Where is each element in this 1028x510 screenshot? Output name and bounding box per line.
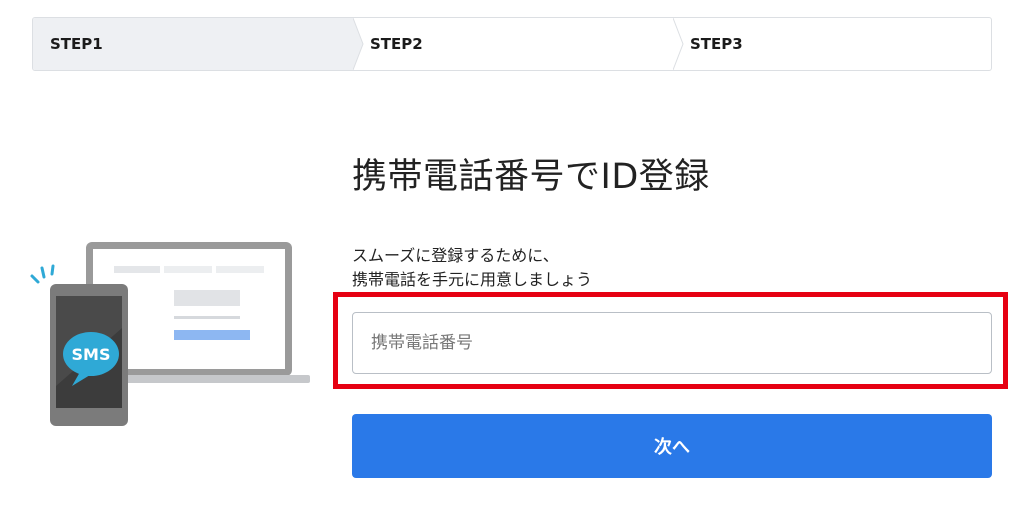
step-2-label: STEP2 [370, 35, 423, 53]
instruction-text: スムーズに登録するために、 携帯電話を手元に用意しましょう [352, 244, 592, 292]
step-1: STEP1 [33, 18, 353, 70]
step-3-label: STEP3 [690, 35, 743, 53]
highlight-box [333, 292, 1008, 389]
step-separator-1 [353, 18, 364, 70]
step-separator-2 [673, 18, 684, 70]
step-indicator: STEP1 STEP2 STEP3 [32, 17, 992, 71]
registration-illustration: SMS [30, 242, 310, 426]
step-2: STEP2 [353, 18, 673, 70]
instruction-line-2: 携帯電話を手元に用意しましょう [352, 270, 593, 289]
step-1-label: STEP1 [50, 35, 103, 53]
page-title: 携帯電話番号でID登録 [352, 157, 710, 197]
sms-badge-text: SMS [72, 345, 111, 364]
notification-lines-icon [30, 264, 55, 284]
next-button[interactable]: 次へ [352, 414, 992, 478]
instruction-line-1: スムーズに登録するために、 [352, 246, 559, 265]
step-3: STEP3 [673, 18, 991, 70]
